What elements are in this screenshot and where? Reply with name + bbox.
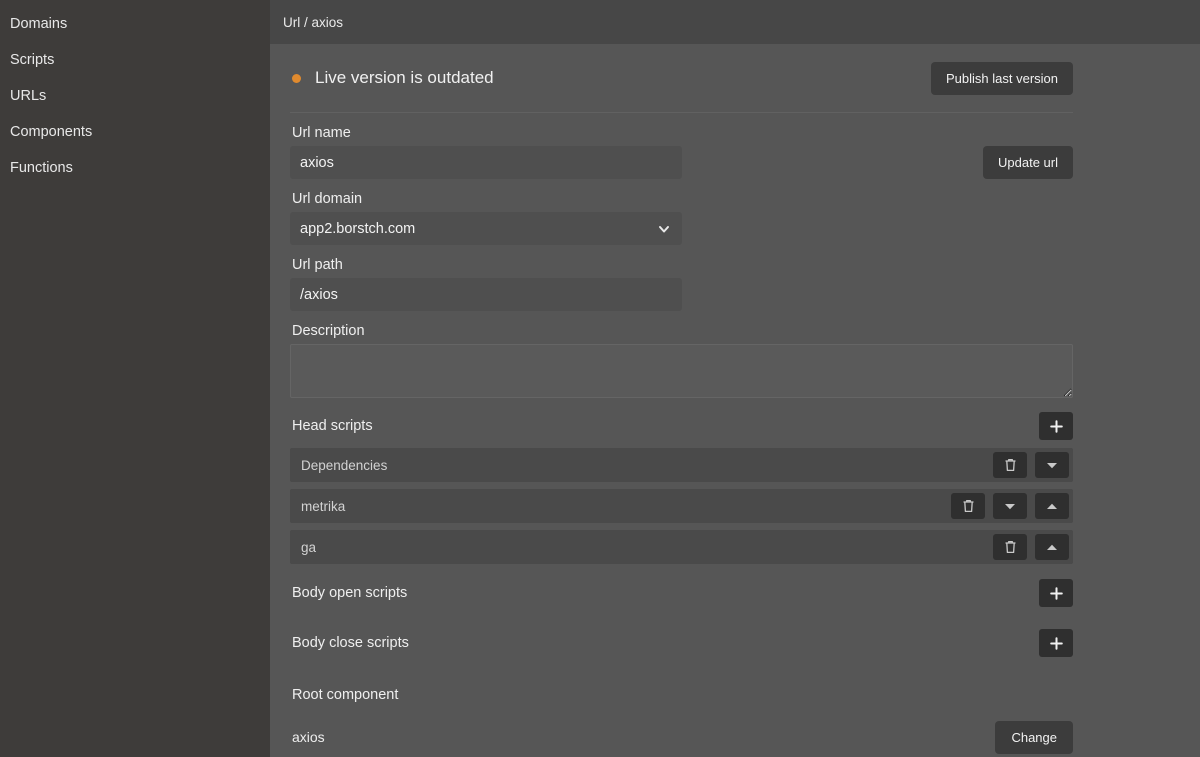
trash-icon — [1004, 540, 1017, 554]
sidebar-item-scripts[interactable]: Scripts — [0, 42, 270, 78]
url-name-control — [290, 146, 682, 179]
app-root: Domains Scripts URLs Components Function… — [0, 0, 1200, 757]
delete-script-button[interactable] — [951, 493, 985, 519]
plus-icon — [1050, 420, 1063, 433]
url-path-label: Url path — [292, 257, 1073, 273]
sidebar: Domains Scripts URLs Components Function… — [0, 0, 270, 757]
sidebar-item-domains[interactable]: Domains — [0, 6, 270, 42]
add-body-close-script-button[interactable] — [1039, 629, 1073, 657]
move-script-up-button[interactable] — [1035, 534, 1069, 560]
topbar: Url / axios — [270, 0, 1200, 44]
description-label: Description — [292, 323, 1073, 339]
url-domain-label: Url domain — [292, 191, 1073, 207]
update-url-button[interactable]: Update url — [983, 146, 1073, 179]
row-actions — [993, 452, 1069, 478]
delete-script-button[interactable] — [993, 452, 1027, 478]
sidebar-item-label: URLs — [10, 88, 46, 104]
table-row[interactable]: Dependencies — [290, 448, 1073, 482]
body-open-scripts-title: Body open scripts — [292, 585, 407, 601]
plus-icon — [1050, 637, 1063, 650]
arrow-up-icon — [1046, 502, 1058, 511]
root-component-name: axios — [292, 729, 325, 745]
table-row[interactable]: metrika — [290, 489, 1073, 523]
row-actions — [993, 534, 1069, 560]
delete-script-button[interactable] — [993, 534, 1027, 560]
arrow-up-icon — [1046, 543, 1058, 552]
trash-icon — [1004, 458, 1017, 472]
arrow-down-icon — [1046, 461, 1058, 470]
move-script-up-button[interactable] — [1035, 493, 1069, 519]
content-inner: Live version is outdated Publish last ve… — [270, 44, 1200, 757]
sidebar-item-components[interactable]: Components — [0, 114, 270, 150]
script-name: ga — [301, 540, 316, 555]
sidebar-item-functions[interactable]: Functions — [0, 150, 270, 186]
plus-icon — [1050, 587, 1063, 600]
publish-last-version-button[interactable]: Publish last version — [931, 62, 1073, 95]
head-scripts-title: Head scripts — [292, 418, 373, 434]
move-script-down-button[interactable] — [993, 493, 1027, 519]
url-name-label: Url name — [292, 125, 1073, 141]
add-head-script-button[interactable] — [1039, 412, 1073, 440]
url-name-input[interactable] — [290, 146, 682, 179]
body-open-scripts-header: Body open scripts — [290, 571, 1073, 615]
main-pane: Url / axios Live version is outdated Pub… — [270, 0, 1200, 757]
add-body-open-script-button[interactable] — [1039, 579, 1073, 607]
content-area: Live version is outdated Publish last ve… — [270, 44, 1200, 757]
change-root-component-button[interactable]: Change — [995, 721, 1073, 754]
sidebar-item-urls[interactable]: URLs — [0, 78, 270, 114]
table-row[interactable]: ga — [290, 530, 1073, 564]
sidebar-item-label: Components — [10, 124, 92, 140]
description-textarea[interactable] — [290, 344, 1073, 398]
update-url-wrap: Update url — [682, 146, 1073, 179]
root-component-label: Root component — [292, 687, 1073, 703]
arrow-down-icon — [1004, 502, 1016, 511]
breadcrumb: Url / axios — [283, 15, 343, 30]
trash-icon — [962, 499, 975, 513]
head-scripts-header: Head scripts — [290, 404, 1073, 448]
status-text: Live version is outdated — [315, 68, 494, 88]
status-bar: Live version is outdated Publish last ve… — [290, 44, 1073, 112]
url-domain-control: app2.borstch.com — [290, 212, 682, 245]
url-domain-select[interactable]: app2.borstch.com — [290, 212, 682, 245]
sidebar-item-label: Functions — [10, 160, 73, 176]
sidebar-item-label: Scripts — [10, 52, 54, 68]
script-name: metrika — [301, 499, 345, 514]
root-component-row: axios Change — [290, 709, 1073, 757]
url-name-row: Update url — [290, 146, 1073, 179]
script-name: Dependencies — [301, 458, 387, 473]
body-close-scripts-header: Body close scripts — [290, 621, 1073, 665]
url-path-input[interactable] — [290, 278, 682, 311]
body-close-scripts-title: Body close scripts — [292, 635, 409, 651]
url-path-control — [290, 278, 682, 311]
move-script-down-button[interactable] — [1035, 452, 1069, 478]
status-dot-icon — [292, 74, 301, 83]
row-actions — [951, 493, 1069, 519]
section-divider — [290, 112, 1073, 113]
sidebar-item-label: Domains — [10, 16, 67, 32]
